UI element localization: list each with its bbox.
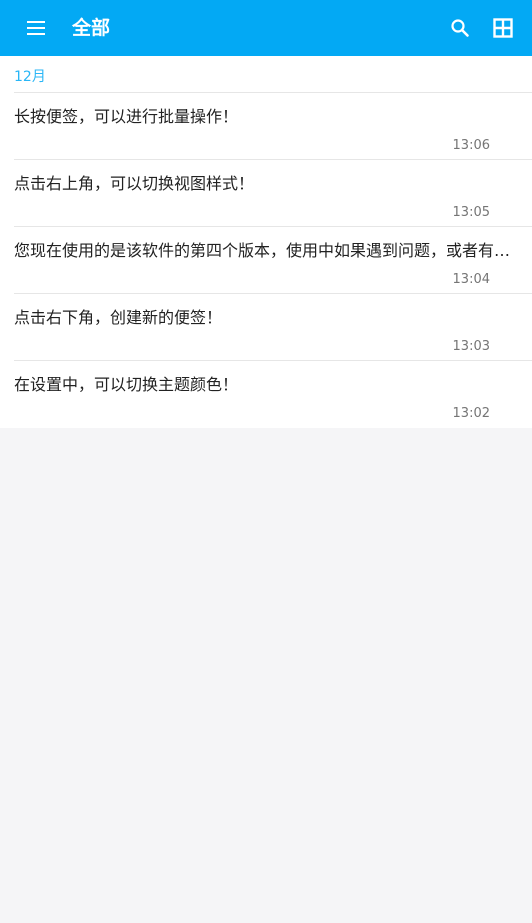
note-time: 13:04 <box>452 272 490 287</box>
app-bar: 全部 <box>0 0 532 56</box>
grid-view-icon <box>493 18 513 38</box>
note-time: 13:03 <box>452 339 490 354</box>
page-title: 全部 <box>72 17 111 39</box>
section-header: 12月 <box>14 56 532 93</box>
note-item[interactable]: 在设置中，可以切换主题颜色！ 13:02 <box>14 361 532 427</box>
note-text: 您现在使用的是该软件的第四个版本，使用中如果遇到问题，或者有… <box>14 241 511 260</box>
menu-icon <box>27 21 45 35</box>
note-text: 在设置中，可以切换主题颜色！ <box>14 375 239 394</box>
notes-list: 12月 长按便签，可以进行批量操作！ 13:06 点击右上角，可以切换视图样式！… <box>0 56 532 428</box>
search-button[interactable] <box>442 10 478 46</box>
note-text: 点击右上角，可以切换视图样式！ <box>14 174 255 193</box>
note-item[interactable]: 点击右下角，创建新的便签！ 13:03 <box>14 294 532 361</box>
note-time: 13:06 <box>452 138 490 153</box>
note-text: 长按便签，可以进行批量操作！ <box>14 107 239 126</box>
note-item[interactable]: 长按便签，可以进行批量操作！ 13:06 <box>14 93 532 160</box>
note-time: 13:05 <box>452 205 490 220</box>
note-text: 点击右下角，创建新的便签！ <box>14 308 223 327</box>
menu-button[interactable] <box>18 10 54 46</box>
note-time: 13:02 <box>452 406 490 421</box>
view-toggle-button[interactable] <box>485 10 521 46</box>
note-item[interactable]: 点击右上角，可以切换视图样式！ 13:05 <box>14 160 532 227</box>
search-icon <box>451 19 469 37</box>
note-item[interactable]: 您现在使用的是该软件的第四个版本，使用中如果遇到问题，或者有… 13:04 <box>14 227 532 294</box>
